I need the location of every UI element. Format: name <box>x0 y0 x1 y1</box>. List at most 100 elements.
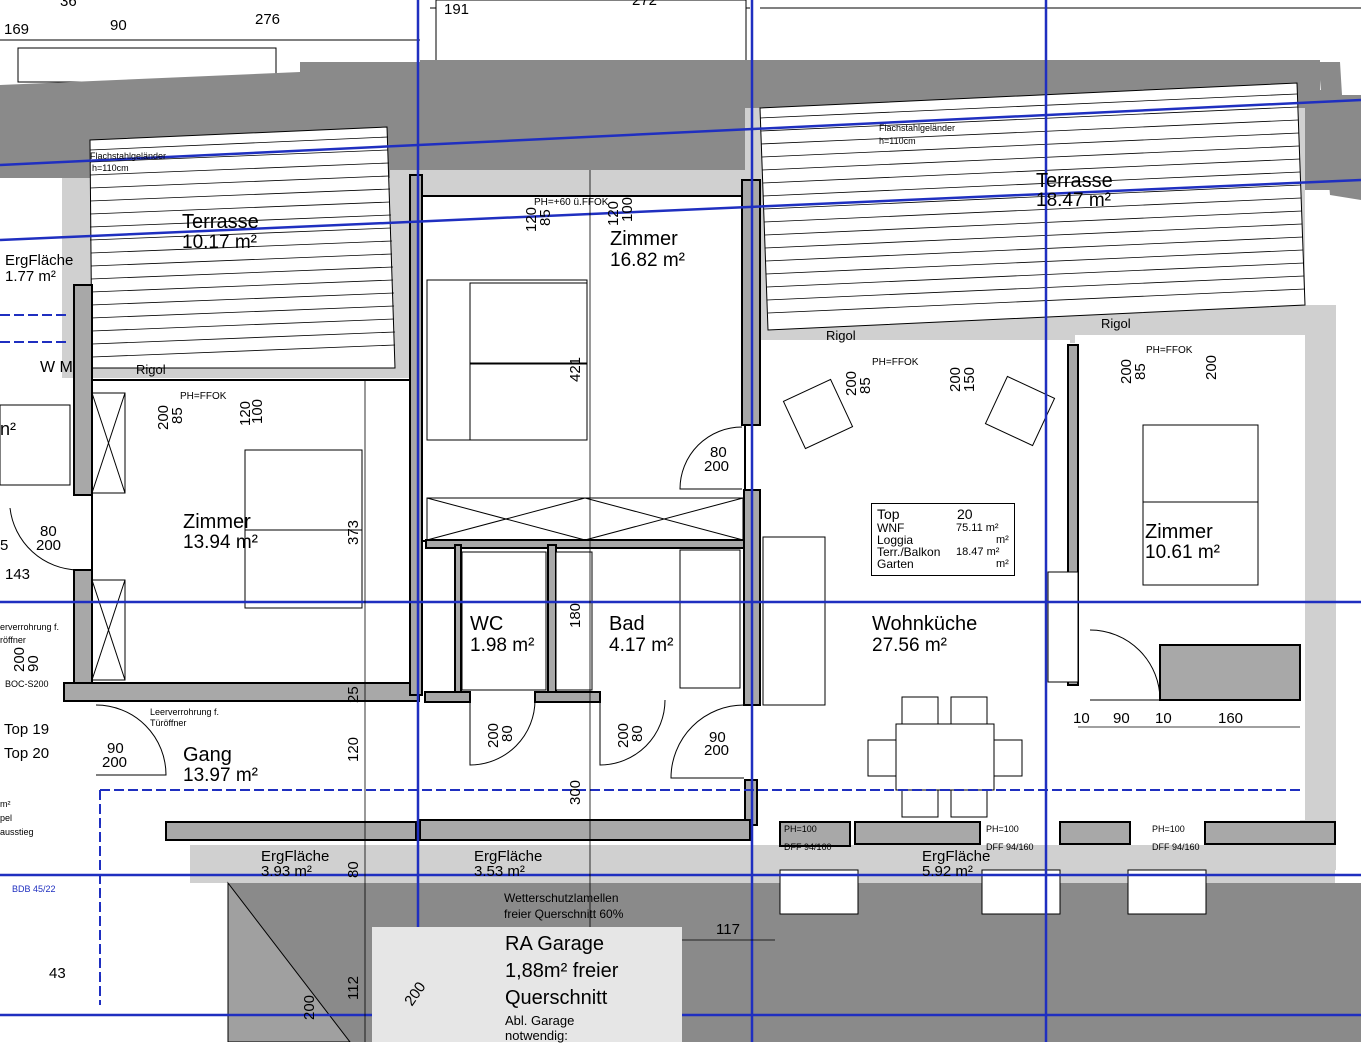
railing-note-left: Flachstahlgeländer <box>90 151 167 161</box>
vdim-85-window-1: 85 <box>169 407 186 424</box>
upper-wall-mid <box>420 60 750 170</box>
top-facade-white-box-2 <box>435 0 747 63</box>
dim-5: 5 <box>0 537 9 554</box>
ph-60: PH=+60 ü.FFOK <box>534 197 609 208</box>
garage-window-3 <box>1127 869 1207 915</box>
erg-3-name: ErgFläche <box>922 848 991 865</box>
dim-191: 191 <box>444 1 470 18</box>
left-n2: n² <box>0 419 17 439</box>
wetter-note-1: Wetterschutzlamellen <box>504 891 619 905</box>
vdim-200-left: 200 <box>11 646 28 672</box>
erg-2-name: ErgFläche <box>474 848 543 865</box>
ph-ffok-left: PH=FFOK <box>180 391 227 402</box>
dim-200-left: 200 <box>36 537 62 554</box>
garage-line-5: notwendig: <box>505 1028 568 1043</box>
zimmer-right-area: 10.61 m² <box>1145 542 1220 563</box>
vdim-112: 112 <box>345 976 362 1000</box>
erg-left-top-name: ErgFläche <box>5 252 74 269</box>
vdim-120-window-top-2: 120 <box>605 200 622 226</box>
top20-label: Top 20 <box>4 745 50 762</box>
left-ausstieg: ausstieg <box>0 827 34 837</box>
terrasse-right-name: Terrasse <box>1036 170 1113 192</box>
vdim-373: 373 <box>345 519 362 545</box>
garage-line-4: Abl. Garage <box>505 1013 575 1028</box>
gang-area: 13.97 m² <box>183 765 258 786</box>
erg-left-top-area: 1.77 m² <box>5 268 56 285</box>
rigol-right: Rigol <box>1101 316 1131 331</box>
terrasse-left-name: Terrasse <box>182 211 259 233</box>
leerverrohrung-left-1: erverrohrung f. <box>0 622 60 632</box>
terrasse-left-area: 10.17 m² <box>182 232 257 253</box>
railing-height-right: h=110cm <box>879 136 916 146</box>
leerverrohrung-2: Türöffner <box>150 718 187 728</box>
dim-143: 143 <box>5 566 31 583</box>
zimmer-right-name: Zimmer <box>1145 521 1213 543</box>
dim-36: 36 <box>60 0 77 10</box>
info-loggia-value: m² <box>996 534 1009 546</box>
vdim-300: 300 <box>567 779 584 805</box>
erg-1-name: ErgFläche <box>261 848 330 865</box>
ph100-3: PH=100 <box>1152 824 1185 834</box>
dim-200-kitchen-door: 200 <box>704 742 730 759</box>
erg-1-area: 3.93 m² <box>261 863 312 880</box>
dim-10-b: 10 <box>1155 710 1172 727</box>
garage-line-3: Querschnitt <box>505 987 608 1009</box>
dim-90: 90 <box>110 17 127 34</box>
dff-2: DFF 94/160 <box>986 842 1034 852</box>
vdim-200-window-right-2: 200 <box>1203 354 1220 380</box>
garage-window-1 <box>779 869 859 915</box>
vdim-200-garage: 200 <box>301 994 318 1020</box>
vdim-200-wc-door: 200 <box>485 722 502 748</box>
erg-2-area: 3.53 m² <box>474 863 525 880</box>
vdim-80-wc-door: 80 <box>499 725 516 742</box>
vdim-80-bad-door: 80 <box>629 725 646 742</box>
wc-area: 1.98 m² <box>470 635 535 656</box>
bad-name: Bad <box>609 613 645 635</box>
gang-name: Gang <box>183 744 232 766</box>
vdim-120: 120 <box>345 736 362 762</box>
dim-200-top-door: 200 <box>704 458 730 475</box>
dim-10-a: 10 <box>1073 710 1090 727</box>
terrace-right <box>759 82 1306 331</box>
info-top-value: 20 <box>957 506 973 522</box>
vdim-80: 80 <box>345 861 362 878</box>
dim-276: 276 <box>255 11 281 28</box>
ph-ffok-mid: PH=FFOK <box>872 357 919 368</box>
dim-117: 117 <box>716 921 740 938</box>
zimmer-top-area: 16.82 m² <box>610 250 685 271</box>
apartment-info-box: Top 20 WNF 75.11 m² Loggia m² Terr./Balk… <box>871 503 1015 576</box>
wc-name: WC <box>470 613 504 635</box>
info-garten-label: Garten <box>877 557 914 571</box>
ph100-2: PH=100 <box>986 824 1019 834</box>
dim-160: 160 <box>1218 710 1244 727</box>
vdim-100-window-top: 100 <box>619 196 636 222</box>
vdim-85-window-mid: 85 <box>857 377 874 394</box>
vdim-150-window-mid: 150 <box>961 366 978 392</box>
info-top-label: Top <box>877 506 900 522</box>
vdim-90-left: 90 <box>25 655 42 672</box>
ph-ffok-right: PH=FFOK <box>1146 345 1193 356</box>
top19-label: Top 19 <box>4 721 50 738</box>
info-garten-value: m² <box>996 558 1009 570</box>
dim-90-right: 90 <box>1113 710 1130 727</box>
dff-3: DFF 94/160 <box>1152 842 1200 852</box>
garage-line-1: RA Garage <box>505 933 604 955</box>
bad-area: 4.17 m² <box>609 635 674 656</box>
vdim-25: 25 <box>345 686 362 703</box>
bdb-label-2: BDB 45/22 <box>12 884 56 894</box>
light-band-right-edge <box>1300 305 1336 870</box>
wohnkueche-area: 27.56 m² <box>872 635 947 656</box>
dim-200-gang: 200 <box>102 754 128 771</box>
rigol-left: Rigol <box>136 362 166 377</box>
vdim-85-window-top: 85 <box>537 209 554 226</box>
left-pel: pel <box>0 813 13 823</box>
wohnkueche-name: Wohnküche <box>872 613 978 635</box>
dff-1: DFF 94/160 <box>784 842 832 852</box>
info-terr-value: 18.47 m² <box>956 546 1000 558</box>
vdim-180: 180 <box>567 602 584 628</box>
dim-43: 43 <box>49 965 66 982</box>
leerverrohrung-1: Leerverrohrung f. <box>150 707 220 717</box>
wm-label: W M <box>40 359 73 376</box>
vdim-421: 421 <box>567 356 584 382</box>
left-m2: m² <box>0 799 11 809</box>
